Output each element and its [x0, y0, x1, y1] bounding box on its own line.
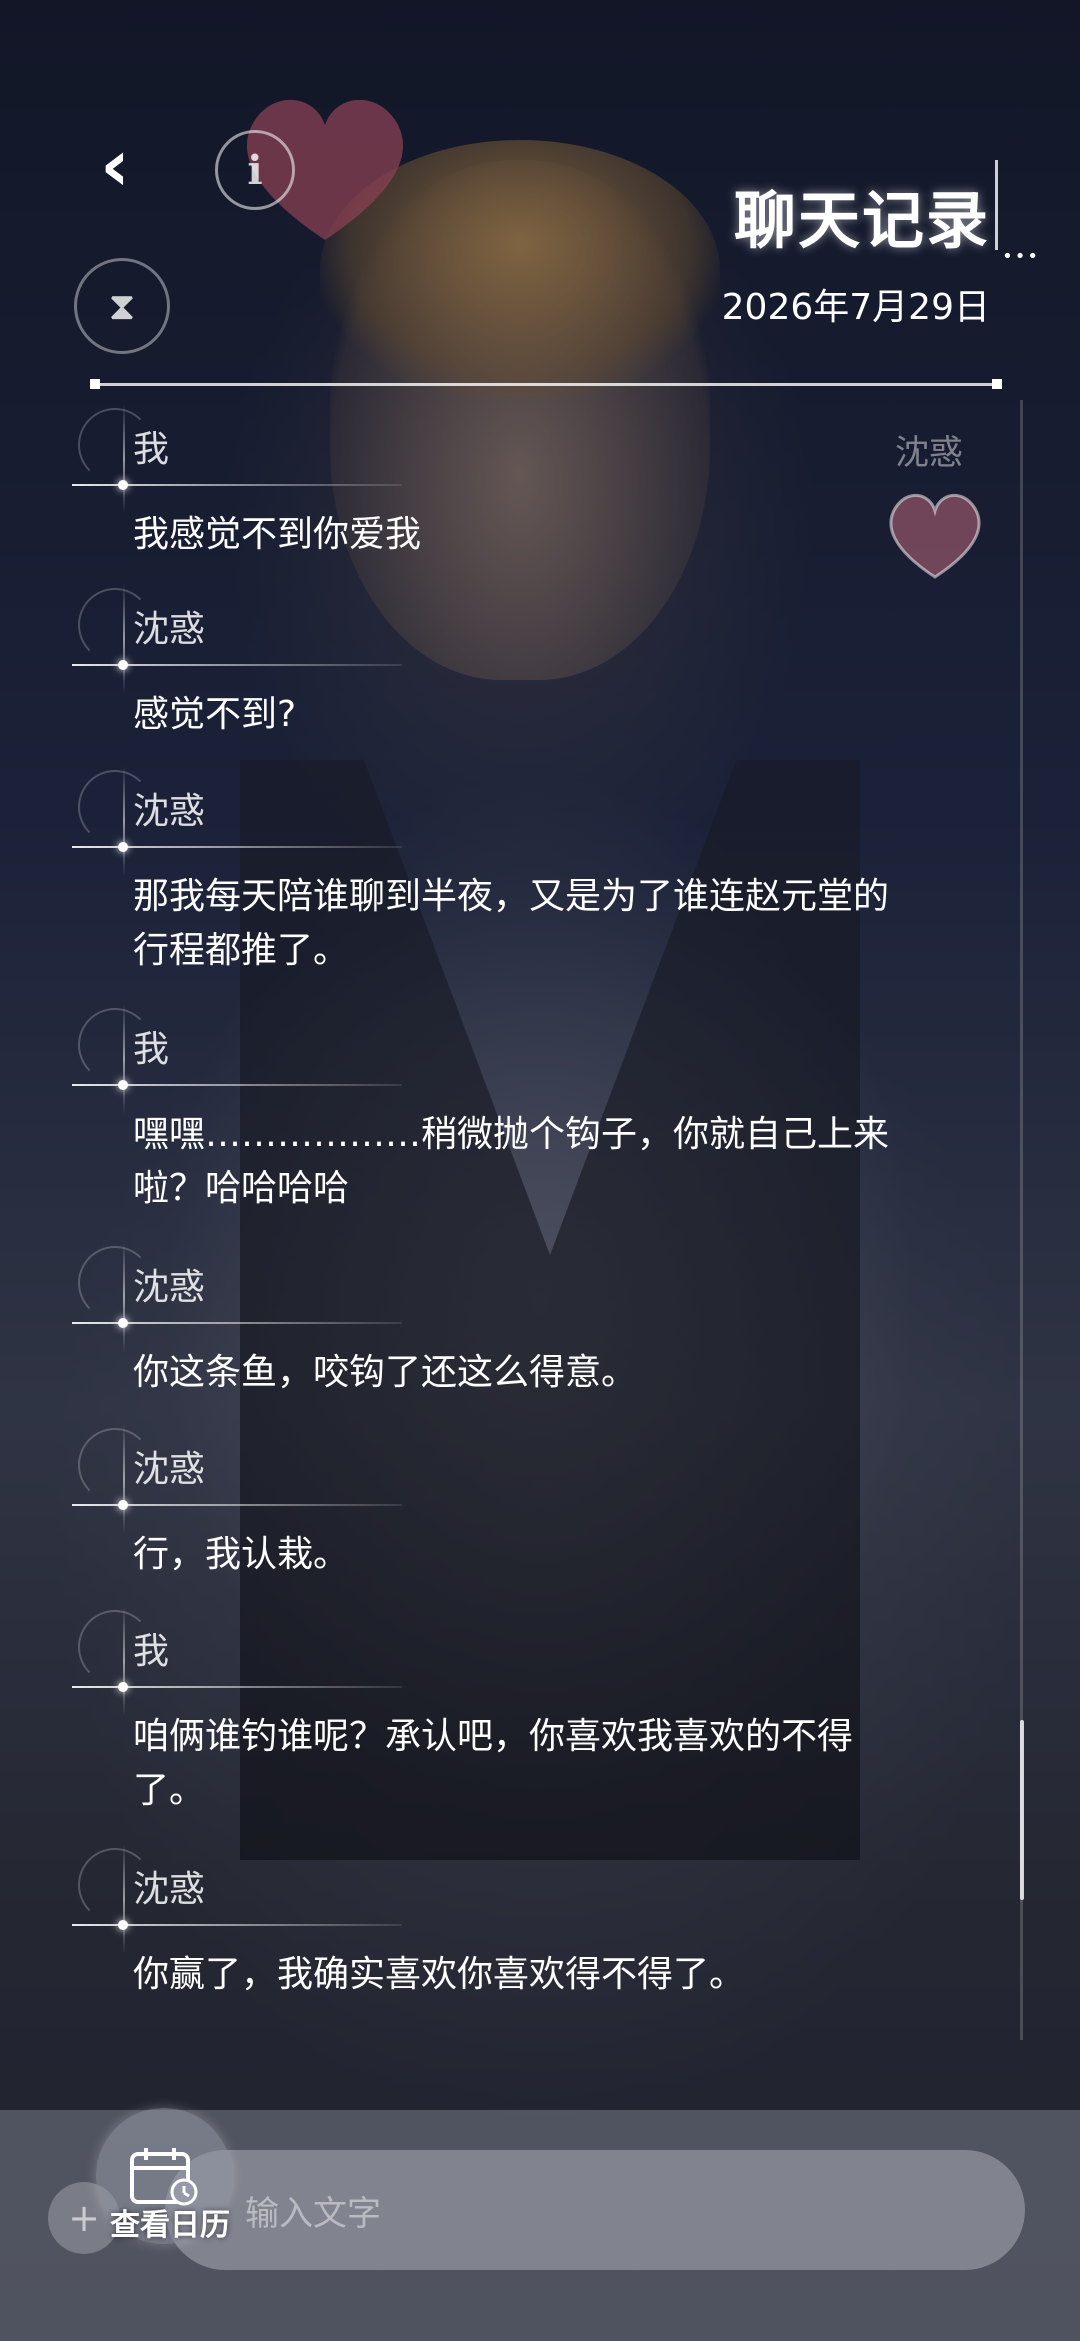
sender-divider [72, 842, 402, 852]
side-heart-icon [889, 494, 981, 579]
page-title: 聊天记录 [733, 184, 990, 257]
vertical-line [123, 404, 125, 514]
message-text: 你赢了，我确实喜欢你喜欢得不得了。 [133, 1954, 746, 1995]
message-text: 你这条鱼，咬钩了还这么得意。 [133, 1352, 638, 1393]
vertical-line [123, 1844, 125, 1954]
message-text: 感觉不到? [133, 694, 297, 735]
back-button[interactable]: ‹ [80, 123, 150, 207]
message-sender: 沈惑 [133, 791, 206, 832]
title-accent-bar [995, 160, 998, 250]
message-sender: 沈惑 [133, 1869, 206, 1910]
sender-divider [72, 1318, 402, 1328]
message-sender: 沈惑 [133, 1449, 206, 1490]
sender-divider [72, 1682, 402, 1692]
message-text: 行，我认栽。 [133, 1534, 350, 1575]
header-divider [90, 379, 1002, 389]
vertical-line [123, 1004, 125, 1114]
message-sender: 我 [133, 429, 170, 470]
sender-divider [72, 1920, 402, 1930]
text-input[interactable]: 输入文字 [165, 2150, 1025, 2270]
sender-divider [72, 1080, 402, 1090]
message-sender: 沈惑 [133, 609, 206, 650]
message-sender: 沈惑 [133, 1267, 206, 1308]
sender-divider [72, 1500, 402, 1510]
message-sender: 我 [133, 1631, 170, 1672]
chevron-left-icon: ‹ [100, 123, 130, 207]
side-deco-name: 沈惑 [895, 433, 963, 473]
message-sender: 我 [133, 1029, 170, 1070]
vertical-line [123, 1242, 125, 1352]
vertical-line [123, 1606, 125, 1716]
message-text: 我感觉不到你爱我 [133, 514, 422, 555]
view-calendar-label[interactable]: 查看日历 [100, 2200, 240, 2244]
vertical-line [123, 766, 125, 876]
message-text: 那我每天陪谁聊到半夜，又是为了谁连赵元堂的行程都推了。 [133, 876, 890, 971]
sender-divider [72, 480, 402, 490]
calendar-icon [130, 2148, 198, 2206]
sender-divider [72, 660, 402, 670]
message-text: 咱俩谁钓谁呢？承认吧，你喜欢我喜欢的不得了。 [133, 1716, 854, 1811]
message-text: 嘿嘿………………稍微抛个钩子，你就自己上来啦？哈哈哈哈 [133, 1114, 890, 1209]
scrollbar-thumb[interactable] [1020, 1720, 1024, 1900]
title-dots: ••• [1002, 246, 1040, 267]
vertical-line [123, 1424, 125, 1534]
hourglass-icon[interactable]: ⧗ [74, 258, 170, 354]
chat-date: 2026年7月29日 [721, 287, 990, 328]
vertical-line [123, 584, 125, 694]
info-icon[interactable]: i [215, 130, 295, 210]
